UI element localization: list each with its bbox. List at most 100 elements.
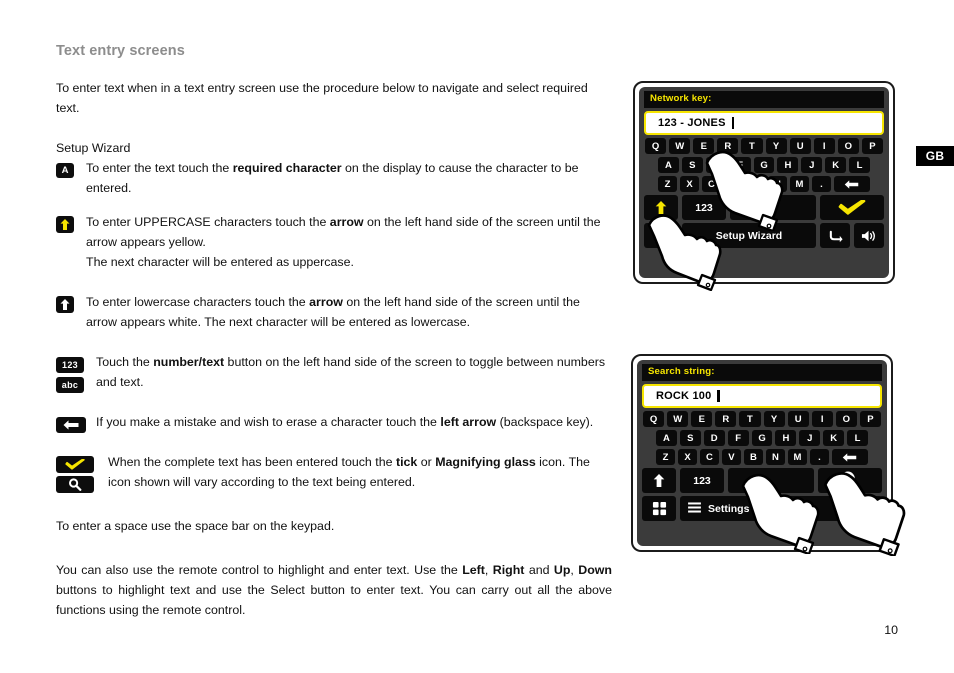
confirm-tick-key[interactable] (820, 195, 884, 220)
setup-wizard-button[interactable]: Setup Wizard (682, 223, 816, 248)
input-value: ROCK 100 (656, 390, 712, 402)
key-period[interactable]: . (809, 449, 829, 465)
instruction-item-number-text-toggle: 123 abc Touch the number/text button on … (56, 352, 612, 393)
arrow-up-yellow-icon (56, 214, 74, 234)
key-x[interactable]: X (678, 449, 697, 465)
key-t[interactable]: T (741, 138, 763, 154)
key-s[interactable]: S (681, 157, 703, 173)
key-r[interactable]: R (717, 138, 739, 154)
key-z[interactable]: Z (658, 176, 677, 192)
key-c[interactable]: C (701, 176, 721, 192)
bottom-bar: Setup Wizard (644, 223, 884, 248)
key-a[interactable]: A (656, 430, 677, 446)
bottom-bar-label: Setup Wizard (715, 229, 783, 242)
network-key-input[interactable]: 123 - JONES (644, 111, 884, 135)
space-key[interactable] (728, 468, 814, 493)
key-v[interactable]: V (721, 449, 741, 465)
confirm-search-key[interactable] (818, 468, 882, 493)
region-badge: GB (916, 146, 954, 166)
numbers-toggle-key[interactable]: 123 (680, 468, 724, 493)
key-o[interactable]: O (835, 411, 857, 427)
settings-button[interactable]: Settings (680, 496, 848, 521)
setup-wizard-heading: Setup Wizard (56, 141, 131, 155)
tick-icon (56, 454, 94, 474)
key-e[interactable]: E (691, 411, 713, 427)
bottom-bar-label: Settings (708, 502, 750, 515)
key-backspace[interactable] (833, 176, 870, 192)
backspace-arrow-icon (56, 414, 86, 434)
instruction-text: To enter the text touch the required cha… (86, 161, 579, 195)
key-c[interactable]: C (699, 449, 719, 465)
function-row: 123 (644, 195, 884, 220)
numbers-123-icon: 123 (56, 354, 84, 374)
key-period[interactable]: . (811, 176, 831, 192)
key-b[interactable]: B (743, 449, 763, 465)
key-u[interactable]: U (787, 411, 809, 427)
grid-menu-icon[interactable] (644, 223, 678, 248)
key-x[interactable]: X (680, 176, 699, 192)
key-f[interactable]: F (727, 430, 749, 446)
speaker-volume-icon[interactable] (854, 223, 884, 248)
keyboard-row-1: QWERTYUIOP (644, 138, 884, 154)
instruction-item-lowercase: To enter lowercase characters touch the … (56, 292, 612, 332)
key-t[interactable]: T (739, 411, 761, 427)
key-n[interactable]: N (765, 449, 785, 465)
key-v[interactable]: V (723, 176, 743, 192)
search-string-input[interactable]: ROCK 100 (642, 384, 882, 408)
key-m[interactable]: M (787, 449, 807, 465)
key-q[interactable]: Q (643, 411, 665, 427)
text-caret (731, 117, 735, 129)
shift-key[interactable] (644, 195, 678, 220)
key-l[interactable]: L (847, 430, 869, 446)
key-l[interactable]: L (849, 157, 871, 173)
shift-key[interactable] (642, 468, 676, 493)
key-b[interactable]: B (745, 176, 765, 192)
space-key[interactable] (730, 195, 816, 220)
screen-title: Network key: (644, 91, 884, 108)
key-h[interactable]: H (777, 157, 799, 173)
page-title: Text entry screens (56, 43, 185, 59)
key-j[interactable]: J (801, 157, 823, 173)
key-p[interactable]: P (859, 411, 881, 427)
instruction-text: To enter UPPERCASE characters touch the … (86, 215, 601, 249)
key-j[interactable]: J (799, 430, 821, 446)
grid-menu-icon[interactable] (642, 496, 676, 521)
keyboard-row-1: QWERTYUIOP (642, 411, 882, 427)
back-arrow-icon[interactable] (852, 496, 882, 521)
key-z[interactable]: Z (656, 449, 675, 465)
key-y[interactable]: Y (763, 411, 785, 427)
key-p[interactable]: P (861, 138, 883, 154)
key-f[interactable]: F (729, 157, 751, 173)
instructions-column: To enter text when in a text entry scree… (56, 78, 612, 620)
back-arrow-icon[interactable] (820, 223, 850, 248)
keyboard-row-2: ASDFGHJKL (642, 430, 882, 446)
key-backspace[interactable] (831, 449, 868, 465)
screen-title: Search string: (642, 364, 882, 381)
key-o[interactable]: O (837, 138, 859, 154)
key-h[interactable]: H (775, 430, 797, 446)
key-y[interactable]: Y (765, 138, 787, 154)
key-q[interactable]: Q (645, 138, 667, 154)
key-n[interactable]: N (767, 176, 787, 192)
key-e[interactable]: E (693, 138, 715, 154)
key-a[interactable]: A (658, 157, 679, 173)
key-s[interactable]: S (679, 430, 701, 446)
key-i[interactable]: I (811, 411, 833, 427)
key-u[interactable]: U (789, 138, 811, 154)
key-g[interactable]: G (753, 157, 775, 173)
key-w[interactable]: W (669, 138, 691, 154)
key-r[interactable]: R (715, 411, 737, 427)
hamburger-menu-icon (688, 501, 701, 516)
key-m[interactable]: M (789, 176, 809, 192)
key-w[interactable]: W (667, 411, 689, 427)
key-d[interactable]: D (705, 157, 727, 173)
key-i[interactable]: I (813, 138, 835, 154)
keyboard-row-3: ZXCVBNM. (644, 176, 884, 192)
key-k[interactable]: K (823, 430, 845, 446)
key-g[interactable]: G (751, 430, 773, 446)
numbers-toggle-key[interactable]: 123 (682, 195, 726, 220)
key-d[interactable]: D (703, 430, 725, 446)
instruction-item-confirm: When the complete text has been entered … (56, 452, 612, 494)
instruction-text: If you make a mistake and wish to erase … (96, 415, 594, 429)
key-k[interactable]: K (825, 157, 847, 173)
